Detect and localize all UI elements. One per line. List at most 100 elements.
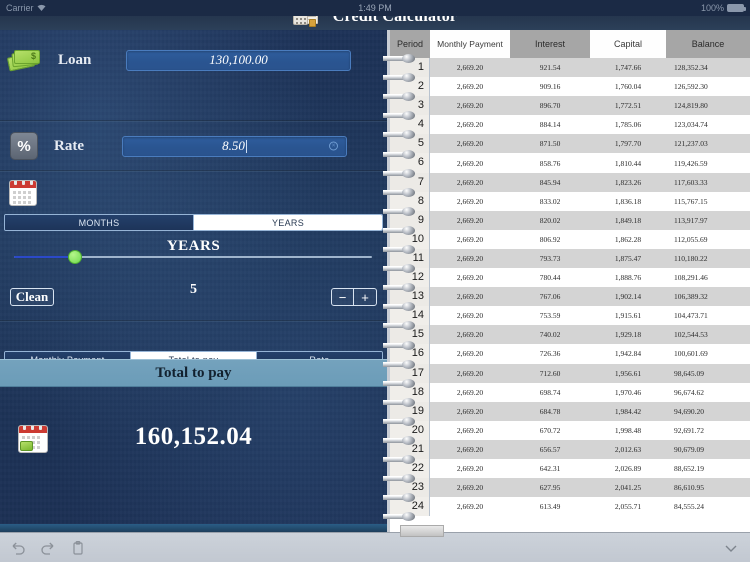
table-column-header-1[interactable]: Monthly Payment — [430, 30, 510, 58]
rate-input[interactable]: 8.50 × — [122, 135, 347, 157]
chevron-down-icon[interactable] — [722, 539, 740, 557]
amortization-table-panel[interactable]: Period Monthly Payment Interest Capital Bala… — [390, 30, 750, 532]
table-cell: 112,055.69 — [674, 234, 708, 244]
table-cell: 767.06 — [539, 292, 561, 302]
panel-texture — [0, 30, 387, 532]
table-cell: 833.02 — [539, 196, 561, 206]
table-cell: 2,026.89 — [614, 464, 642, 474]
segment-months[interactable]: MONTHS — [5, 215, 194, 230]
table-cell: 1,915.61 — [614, 311, 642, 321]
table-cell: 909.16 — [539, 82, 561, 92]
rate-value: 8.50 — [222, 138, 245, 153]
table-cell: 1,823.26 — [614, 177, 642, 187]
table-cell-period: 1 — [390, 58, 430, 78]
table-row[interactable]: 3 2,669.20 896.70 1,772.51 124,819.80 — [390, 96, 750, 116]
table-row[interactable]: 21 2,669.20 656.57 2,012.63 90,679.09 — [390, 439, 750, 459]
table-cell: 698.74 — [539, 387, 561, 397]
table-row[interactable]: 22 2,669.20 642.31 2,026.89 88,652.19 — [390, 458, 750, 479]
table-row[interactable]: 15 2,669.20 740.02 1,929.18 102,544.53 — [390, 325, 750, 345]
table-cell: 104,473.71 — [674, 311, 708, 321]
table-cell-period: 17 — [390, 363, 430, 383]
table-row[interactable]: 16 2,669.20 726.36 1,942.84 100,601.69 — [390, 344, 750, 364]
table-cell: 1,929.18 — [614, 330, 642, 340]
table-cell: 119,426.59 — [674, 158, 708, 168]
table-body[interactable]: 1 2,669.20 921.54 1,747.66 128,352.34 2 2,669.… — [390, 58, 750, 517]
table-row[interactable]: 14 2,669.20 753.59 1,915.61 104,473.71 — [390, 306, 750, 326]
table-column-header-2[interactable]: Interest — [510, 30, 590, 58]
table-cell: 102,544.53 — [674, 330, 708, 340]
table-cell: 1,984.42 — [614, 406, 642, 416]
table-cell: 740.02 — [539, 330, 561, 340]
divider-1 — [0, 120, 387, 122]
undo-icon[interactable] — [10, 540, 26, 556]
bottom-toolbar[interactable] — [0, 525, 750, 562]
table-cell: 793.73 — [539, 253, 561, 263]
table-cell: 1,772.51 — [614, 101, 642, 111]
table-cell: 2,669.20 — [456, 406, 484, 416]
paste-icon[interactable] — [70, 540, 86, 556]
table-cell-period: 16 — [390, 344, 430, 364]
table-row[interactable]: 7 2,669.20 845.94 1,823.26 117,603.33 — [390, 172, 750, 192]
table-row[interactable]: 1 2,669.20 921.54 1,747.66 128,352.34 — [390, 58, 750, 78]
table-cell: 2,669.20 — [456, 158, 484, 168]
table-cell: 1,956.61 — [614, 368, 642, 378]
table-cell-period: 7 — [390, 172, 430, 192]
table-row[interactable]: 10 2,669.20 806.92 1,862.28 112,055.69 — [390, 229, 750, 249]
table-cell: 106,389.32 — [674, 292, 708, 302]
table-row[interactable]: 4 2,669.20 884.14 1,785.06 123,034.74 — [390, 115, 750, 135]
table-cell-period: 20 — [390, 420, 430, 440]
table-row[interactable]: 11 2,669.20 793.73 1,875.47 110,180.22 — [390, 248, 750, 269]
table-column-header-3[interactable]: Capital — [590, 30, 666, 58]
table-column-header-4[interactable]: Balance — [666, 30, 750, 58]
table-cell: 726.36 — [539, 349, 561, 359]
table-cell: 2,669.20 — [456, 368, 484, 378]
table-cell: 2,669.20 — [456, 196, 484, 206]
clear-icon[interactable]: × — [329, 141, 338, 151]
table-row[interactable]: 12 2,669.20 780.44 1,888.76 108,291.46 — [390, 268, 750, 288]
table-row[interactable]: 5 2,669.20 871.50 1,797.70 121,237.03 — [390, 134, 750, 154]
table-row[interactable]: 2 2,669.20 909.16 1,760.04 126,592.30 — [390, 77, 750, 97]
table-column-header-0[interactable]: Period — [390, 30, 430, 58]
loan-label: Loan — [58, 51, 92, 68]
stepper-plus-button[interactable]: + — [354, 289, 376, 305]
slider-thumb[interactable] — [67, 250, 82, 264]
table-cell-period: 15 — [390, 325, 430, 345]
table-cell: 1,862.28 — [614, 234, 642, 244]
table-cell: 820.02 — [539, 215, 561, 225]
table-row[interactable]: 8 2,669.20 833.02 1,836.18 115,767.15 — [390, 191, 750, 211]
table-cell: 1,836.18 — [614, 196, 642, 206]
loan-input[interactable]: 130,100.00 — [126, 49, 351, 71]
money-bills-icon — [6, 49, 40, 72]
term-stepper[interactable]: − + — [331, 288, 377, 306]
table-row[interactable]: 19 2,669.20 684.78 1,984.42 94,690.20 — [390, 401, 750, 421]
table-row[interactable]: 17 2,669.20 712.60 1,956.61 98,645.09 — [390, 363, 750, 383]
table-cell: 921.54 — [539, 63, 561, 73]
table-cell: 2,055.71 — [614, 502, 642, 512]
table-row[interactable]: 6 2,669.20 858.76 1,810.44 119,426.59 — [390, 153, 750, 173]
segment-years[interactable]: YEARS — [194, 215, 382, 230]
table-cell-period: 5 — [390, 134, 430, 154]
term-unit-segmented-control[interactable]: MONTHS YEARS — [4, 214, 383, 231]
redo-icon[interactable] — [40, 540, 56, 556]
table-row[interactable]: 20 2,669.20 670.72 1,998.48 92,691.72 — [390, 420, 750, 440]
table-row[interactable]: 18 2,669.20 698.74 1,970.46 96,674.62 — [390, 382, 750, 402]
calculator-panel: Loan 130,100.00 % Rate 8.50 × MONTHS YEA… — [0, 30, 387, 532]
table-cell: 858.76 — [539, 158, 561, 168]
table-row[interactable]: 13 2,669.20 767.06 1,902.14 106,389.32 — [390, 287, 750, 307]
table-cell: 84,555.24 — [674, 502, 704, 512]
table-cell-period: 22 — [390, 458, 430, 479]
table-row[interactable]: 24 2,669.20 613.49 2,055.71 84,555.24 — [390, 497, 750, 517]
table-row[interactable]: 9 2,669.20 820.02 1,849.18 113,917.97 — [390, 210, 750, 230]
table-cell: 126,592.30 — [674, 82, 708, 92]
table-cell: 1,902.14 — [614, 292, 642, 302]
table-cell: 2,669.20 — [456, 292, 484, 302]
term-icon-row — [0, 178, 387, 208]
table-cell-period: 18 — [390, 382, 430, 402]
table-cell: 845.94 — [539, 177, 561, 187]
panel-bottom-strip — [0, 524, 387, 532]
battery-percent-label: 100% — [700, 3, 724, 13]
term-slider[interactable] — [14, 250, 372, 264]
table-row[interactable]: 23 2,669.20 627.95 2,041.25 86,610.95 — [390, 478, 750, 498]
stepper-minus-button[interactable]: − — [332, 289, 354, 305]
toolbar-icons — [10, 540, 86, 556]
